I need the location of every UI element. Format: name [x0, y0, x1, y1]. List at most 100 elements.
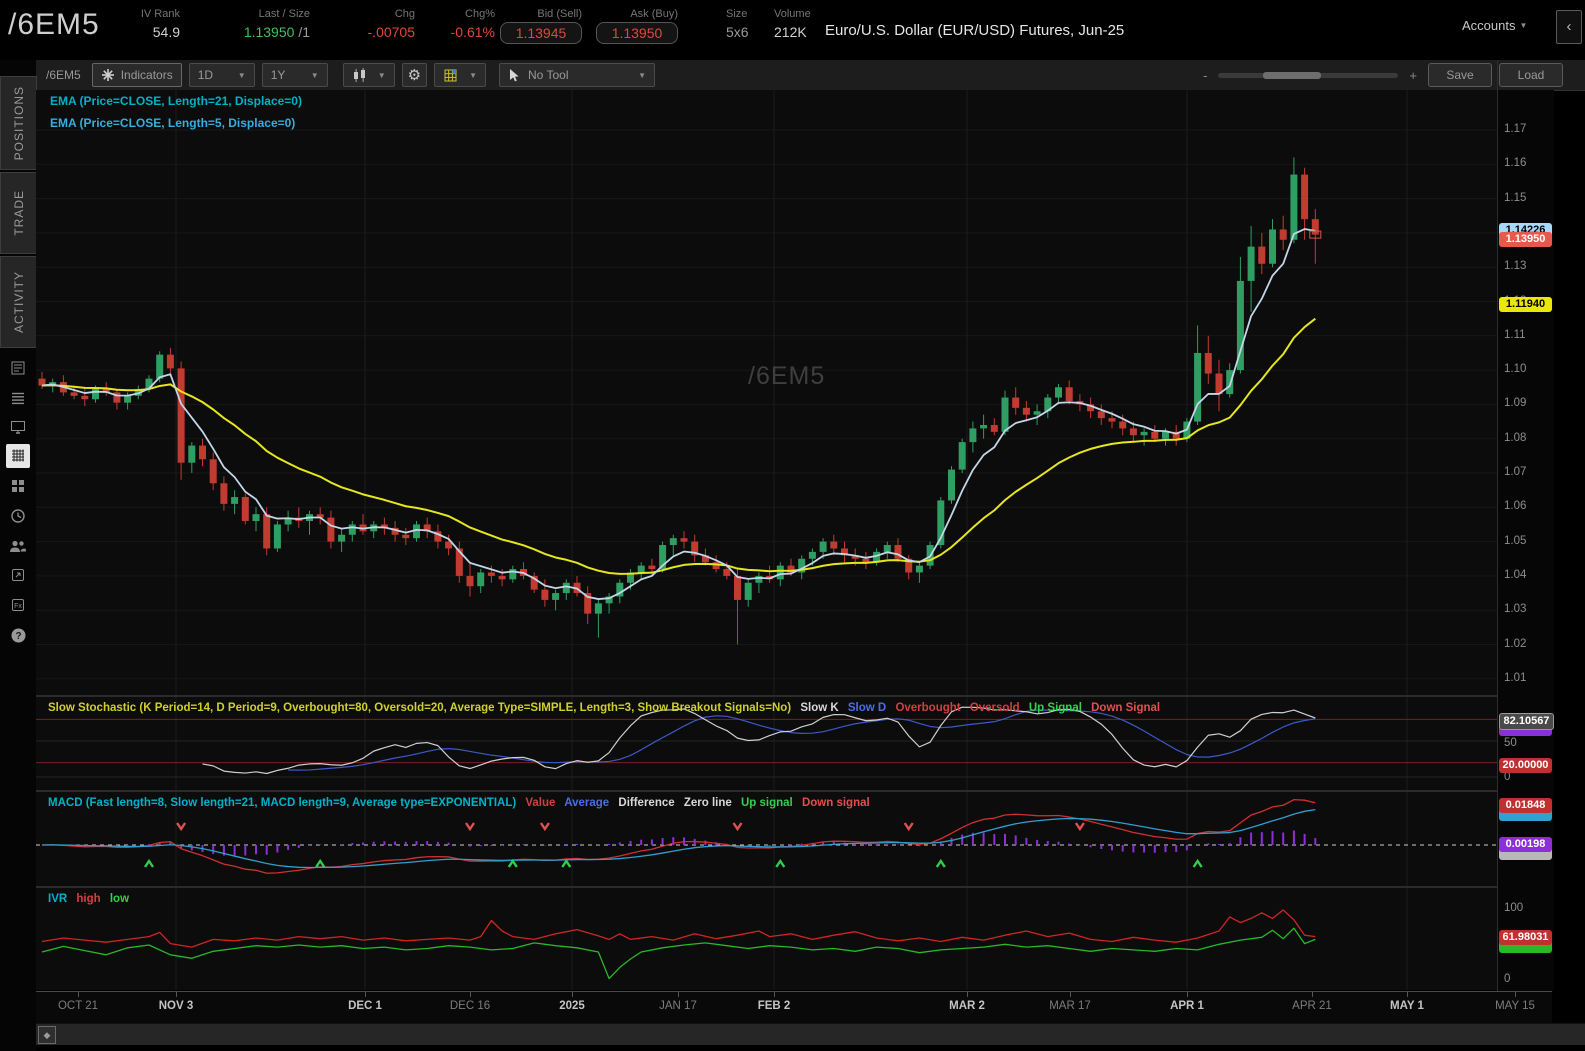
- bottom-scrollbar[interactable]: ◆: [36, 1023, 1585, 1045]
- help-icon[interactable]: ?: [6, 623, 30, 647]
- quote-header: /6EM5 IV Rank 54.9 Last / Size 1.13950 /…: [0, 0, 1585, 60]
- ivr-panel[interactable]: IVR high low: [36, 888, 1497, 990]
- field-chg-pct: Chg% -0.61%: [425, 8, 495, 40]
- price-axis-label: 1.08: [1504, 431, 1527, 444]
- grid-apps-icon[interactable]: [6, 474, 30, 498]
- zoom-out-button[interactable]: -: [1199, 68, 1211, 83]
- zoom-slider-thumb[interactable]: [1263, 71, 1322, 79]
- scrollbar-corner-button[interactable]: ◆: [38, 1026, 56, 1044]
- field-size: Size 5x6: [726, 8, 768, 40]
- time-axis-tick: [572, 992, 573, 997]
- time-axis-tick: [678, 992, 679, 997]
- field-volume: Volume 212K: [774, 8, 824, 40]
- grid-globe-icon: [444, 69, 457, 81]
- time-axis-label: 2025: [559, 1000, 585, 1012]
- price-axis-label: 1.04: [1504, 568, 1527, 581]
- panel-axis-label: 100: [1504, 902, 1524, 914]
- time-axis-label: OCT 21: [57, 1000, 99, 1012]
- stochastic-canvas[interactable]: [36, 697, 1497, 790]
- indicators-button[interactable]: Indicators: [91, 63, 182, 87]
- time-axis-tick: [1407, 992, 1408, 997]
- time-axis-label: APR 21: [1292, 1000, 1332, 1012]
- chart-settings-button[interactable]: ⚙: [401, 63, 428, 87]
- panel-divider[interactable]: [36, 886, 1552, 888]
- fx-box-icon[interactable]: Fx: [6, 593, 30, 617]
- tab-trade[interactable]: TRADE: [0, 172, 37, 254]
- drawing-set-dropdown[interactable]: ▼: [434, 63, 487, 87]
- price-axis[interactable]: 1.01 1.02 1.03 1.04 1.05 1.06 1.07 1.08 1.09 1.10…: [1498, 90, 1554, 991]
- ask-button[interactable]: 1.13950: [596, 22, 678, 44]
- time-axis-label: FEB 2: [757, 1000, 791, 1012]
- chevron-down-icon: ▼: [377, 70, 386, 80]
- panel-divider[interactable]: [36, 790, 1552, 792]
- price-axis-label: 1.13: [1504, 260, 1527, 273]
- time-axis[interactable]: OCT 21 NOV 3 DEC 1 DEC 16 2025 JAN 17 FEB 2 MAR…: [36, 991, 1552, 1023]
- news-report-icon[interactable]: [6, 356, 30, 380]
- accounts-dropdown[interactable]: Accounts ▼: [1462, 18, 1527, 33]
- history-clock-icon[interactable]: [6, 504, 30, 528]
- community-people-icon[interactable]: [6, 534, 30, 558]
- field-last-size: Last / Size 1.13950 /1: [243, 8, 310, 40]
- chg-value: -.00705: [367, 24, 415, 40]
- range-dropdown[interactable]: 1Y ▼: [261, 63, 328, 87]
- chevron-down-icon: ▼: [638, 70, 647, 80]
- panel-axis-label: 50: [1504, 737, 1517, 749]
- time-axis-label: MAR 17: [1049, 1000, 1091, 1012]
- tab-positions[interactable]: POSITIONS: [0, 76, 37, 170]
- charts-icon-selected[interactable]: [6, 444, 30, 468]
- toolbar-symbol: /6EM5: [46, 68, 81, 82]
- time-axis-tick: [470, 992, 471, 997]
- price-axis-label: 1.05: [1504, 534, 1527, 547]
- field-bid: Bid (Sell) 1.13945: [500, 8, 582, 44]
- collapse-panel-button[interactable]: ‹: [1556, 10, 1582, 44]
- watchlist-icon[interactable]: [6, 386, 30, 410]
- time-axis-label: JAN 17: [659, 1000, 697, 1012]
- time-axis-label: APR 1: [1170, 1000, 1204, 1012]
- left-sidebar: POSITIONS TRADE ACTIVITY Fx ?: [0, 60, 37, 1051]
- size-value: 5x6: [726, 24, 749, 40]
- gear-icon: ⚙: [407, 67, 422, 84]
- price-axis-label: 1.06: [1504, 500, 1527, 513]
- field-iv-rank: IV Rank 54.9: [140, 8, 180, 40]
- chevron-down-icon: ▼: [1519, 21, 1528, 30]
- save-button[interactable]: Save: [1428, 63, 1492, 87]
- monitor-icon[interactable]: [6, 415, 30, 439]
- zoom-slider[interactable]: [1218, 71, 1399, 79]
- price-axis-label: 1.16: [1504, 157, 1527, 170]
- chart-type-dropdown[interactable]: ▼: [342, 63, 395, 87]
- ivr-canvas[interactable]: [36, 888, 1497, 990]
- price-axis-label: 1.02: [1504, 637, 1527, 650]
- chart-toolbar: /6EM5 Indicators 1D ▼ 1Y ▼ ▼ ⚙ ▼ No Tool…: [36, 60, 1585, 91]
- price-chart-canvas[interactable]: [36, 90, 1497, 695]
- time-axis-label: MAY 15: [1495, 1000, 1535, 1012]
- load-button[interactable]: Load: [1499, 63, 1563, 87]
- price-axis-label: 1.03: [1504, 603, 1527, 616]
- time-axis-tick: [967, 992, 968, 997]
- price-chart-panel[interactable]: EMA (Price=CLOSE, Length=21, Displace=0)…: [36, 90, 1497, 695]
- time-axis-tick: [1070, 992, 1071, 997]
- axis-value-bubble: 0.01848: [1499, 798, 1552, 813]
- trading-platform-window: /6EM5 IV Rank 54.9 Last / Size 1.13950 /…: [0, 0, 1585, 1051]
- time-axis-label: MAR 2: [949, 1000, 985, 1012]
- time-axis-tick: [1187, 992, 1188, 997]
- stochastic-panel[interactable]: Slow Stochastic (K Period=14, D Period=9…: [36, 697, 1497, 790]
- bid-button[interactable]: 1.13945: [500, 22, 582, 44]
- macd-panel[interactable]: MACD (Fast length=8, Slow length=21, MAC…: [36, 792, 1497, 886]
- cursor-icon: [510, 69, 519, 82]
- tool-dropdown[interactable]: No Tool ▼: [499, 63, 656, 87]
- instrument-description: Euro/U.S. Dollar (EUR/USD) Futures, Jun-…: [825, 22, 1125, 39]
- zoom-in-button[interactable]: +: [1405, 68, 1421, 83]
- tab-activity[interactable]: ACTIVITY: [0, 256, 37, 348]
- panel-divider[interactable]: [36, 695, 1552, 697]
- volume-value: 212K: [774, 24, 807, 40]
- timeframe-dropdown[interactable]: 1D ▼: [188, 63, 255, 87]
- macd-canvas[interactable]: [36, 792, 1497, 886]
- panel-axis-label: 0: [1504, 973, 1511, 985]
- time-axis-tick: [1515, 992, 1516, 997]
- price-axis-label: 1.17: [1504, 123, 1527, 135]
- axis-value-bubble: 82.10567: [1499, 713, 1554, 730]
- time-axis-tick: [774, 992, 775, 997]
- field-ask: Ask (Buy) 1.13950: [596, 8, 678, 44]
- time-axis-label: DEC 1: [348, 1000, 382, 1012]
- platform-box-icon[interactable]: [6, 563, 30, 587]
